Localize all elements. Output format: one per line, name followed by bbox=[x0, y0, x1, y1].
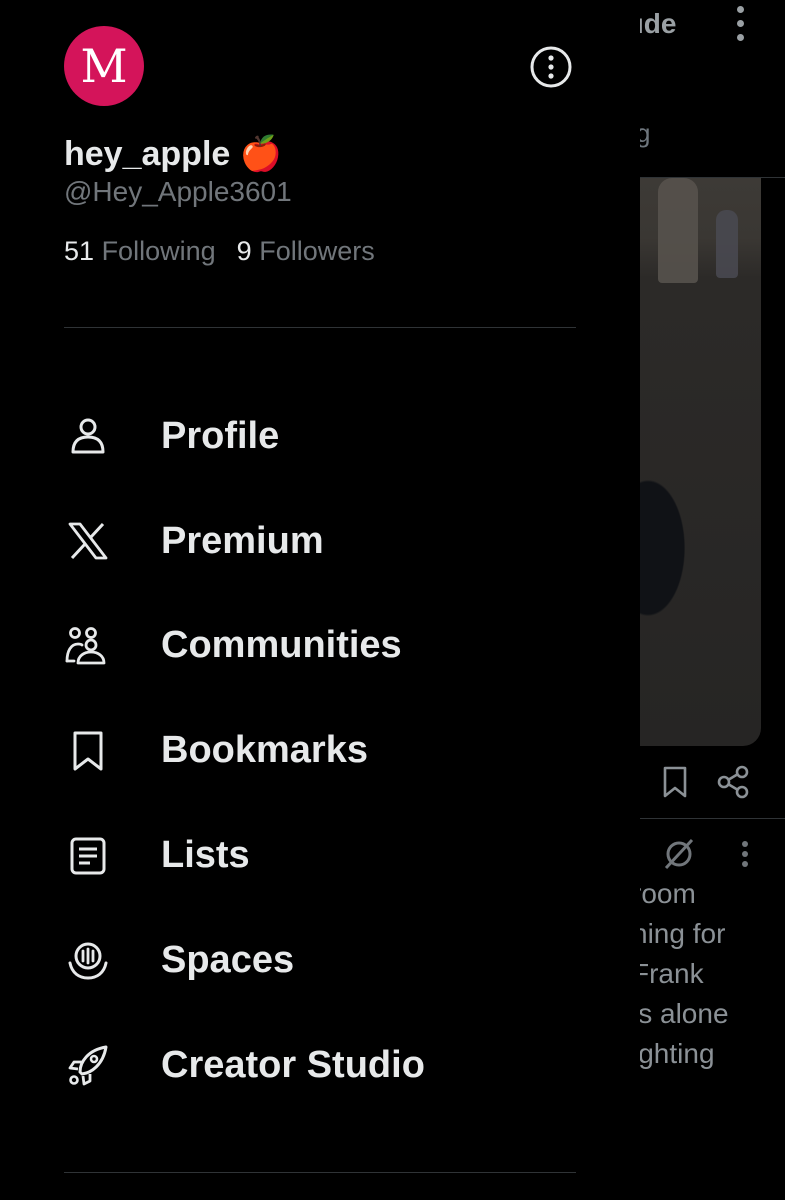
followers-count: 9 bbox=[236, 236, 252, 266]
drawer-menu: Profile Premium Communities Bookmarks Li… bbox=[0, 384, 640, 1118]
user-handle: @Hey_Apple3601 bbox=[64, 176, 292, 207]
communities-icon bbox=[64, 622, 112, 670]
spaces-icon bbox=[64, 936, 112, 984]
rocket-icon bbox=[64, 1041, 112, 1089]
following-label: Following bbox=[101, 236, 216, 266]
menu-item-bookmarks[interactable]: Bookmarks bbox=[0, 698, 640, 803]
menu-item-spaces[interactable]: Spaces bbox=[0, 908, 640, 1013]
person-icon bbox=[64, 412, 112, 460]
feed-header-partial: ıde bbox=[636, 8, 677, 39]
post-text-line: Frank bbox=[632, 958, 704, 989]
avatar-letter: M bbox=[80, 39, 128, 93]
feed-divider bbox=[640, 818, 785, 819]
menu-item-label: Profile bbox=[161, 414, 280, 457]
post-text-line: ning for bbox=[632, 918, 726, 949]
bookmark-icon[interactable] bbox=[663, 766, 687, 798]
menu-item-creator-studio[interactable]: Creator Studio bbox=[0, 1013, 640, 1118]
followers-label: Followers bbox=[259, 236, 375, 266]
bookmark-icon bbox=[64, 727, 112, 775]
media-figure-child bbox=[716, 210, 738, 278]
drawer-divider bbox=[64, 1172, 576, 1173]
account-options-button[interactable] bbox=[528, 44, 574, 90]
list-icon bbox=[64, 832, 112, 880]
post-text-partial: room ning for Frank is alone ighting bbox=[632, 874, 785, 1074]
post-header-icons bbox=[636, 834, 785, 874]
menu-item-premium[interactable]: Premium bbox=[0, 489, 640, 594]
media-figure-adult bbox=[658, 178, 698, 283]
feed-more-icon[interactable] bbox=[732, 6, 748, 46]
drawer-divider bbox=[64, 327, 576, 328]
menu-item-label: Communities bbox=[161, 624, 402, 667]
more-circle-icon bbox=[530, 46, 572, 88]
following-link[interactable]: 51 Following bbox=[64, 236, 223, 266]
x-logo-icon bbox=[64, 517, 112, 565]
menu-item-profile[interactable]: Profile bbox=[0, 384, 640, 489]
navigation-drawer: M hey_apple 🍎 @Hey_Apple3601 51 Followin… bbox=[0, 0, 640, 1200]
menu-item-label: Bookmarks bbox=[161, 729, 368, 772]
follow-stats: 51 Following 9 Followers bbox=[64, 236, 375, 267]
grok-slash-icon[interactable] bbox=[664, 838, 694, 870]
post-text-line: is alone bbox=[632, 998, 729, 1029]
post-text-line: room bbox=[632, 878, 696, 909]
followers-link[interactable]: 9 Followers bbox=[237, 236, 375, 266]
menu-item-lists[interactable]: Lists bbox=[0, 803, 640, 908]
menu-item-communities[interactable]: Communities bbox=[0, 594, 640, 699]
post-more-icon[interactable] bbox=[742, 841, 748, 867]
avatar[interactable]: M bbox=[64, 26, 144, 106]
display-name[interactable]: hey_apple 🍎 bbox=[64, 134, 282, 174]
menu-item-label: Creator Studio bbox=[161, 1043, 425, 1086]
share-icon[interactable] bbox=[717, 765, 749, 799]
menu-item-label: Lists bbox=[161, 834, 250, 877]
menu-item-label: Premium bbox=[161, 519, 324, 562]
following-count: 51 bbox=[64, 236, 95, 266]
menu-item-label: Spaces bbox=[161, 938, 295, 981]
post-media-image[interactable] bbox=[628, 178, 761, 746]
post-text-line: ighting bbox=[632, 1038, 715, 1069]
post-actions bbox=[660, 764, 760, 800]
